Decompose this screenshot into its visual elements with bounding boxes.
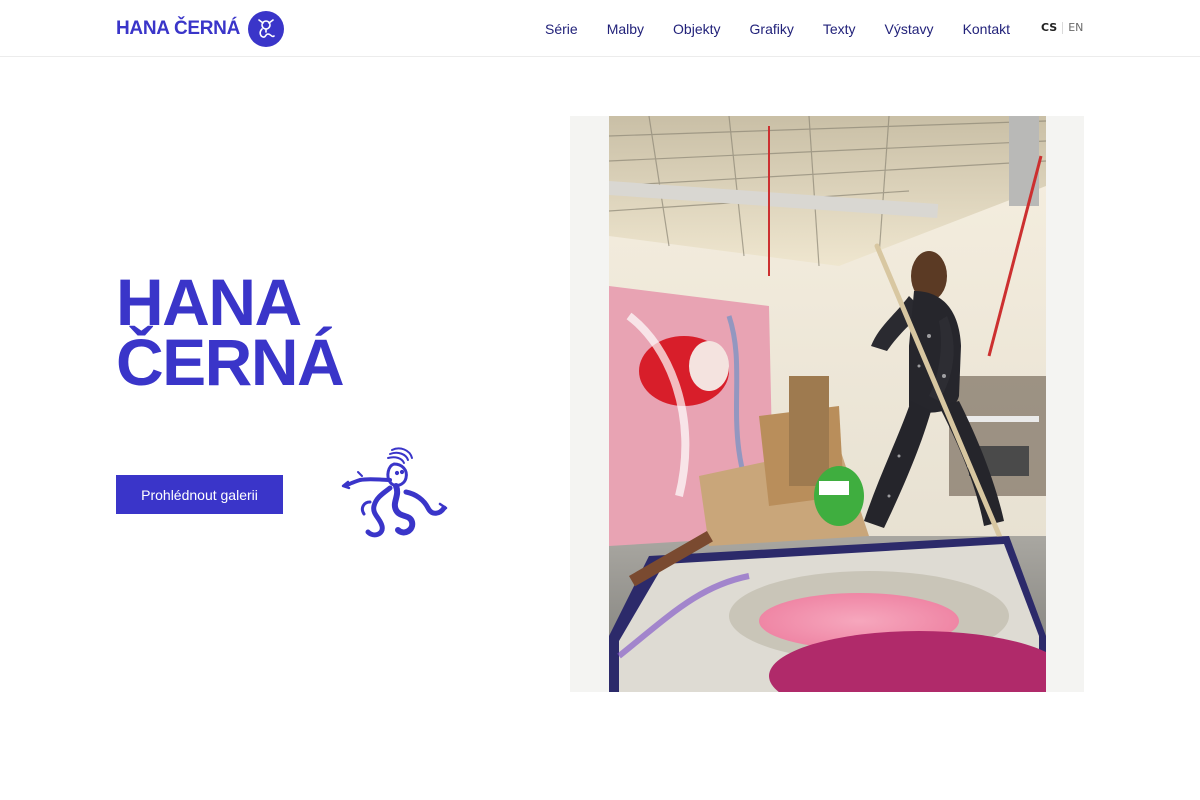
nav-item-objekty[interactable]: Objekty — [673, 20, 720, 38]
main-nav: Série Malby Objekty Grafiky Texty Výstav… — [545, 20, 1010, 38]
nav-item-grafiky[interactable]: Grafiky — [750, 20, 794, 38]
artist-studio-photo — [609, 116, 1046, 692]
site-header: HANA ČERNÁ Série Malby Objekty Grafiky T… — [0, 0, 1200, 57]
nav-item-vystavy[interactable]: Výstavy — [885, 20, 934, 38]
dragon-badge-icon — [248, 10, 285, 47]
nav-item-serie[interactable]: Série — [545, 20, 578, 38]
dragon-illustration-icon — [340, 442, 450, 542]
hero-title-line-2: ČERNÁ — [116, 325, 345, 399]
logo-text: HANA ČERNÁ — [116, 17, 241, 39]
site-logo[interactable]: HANA ČERNÁ — [116, 10, 285, 47]
hero-title-line-1: HANA — [116, 265, 302, 339]
lang-en[interactable]: EN — [1068, 21, 1083, 34]
hero-photo-frame — [570, 116, 1084, 692]
view-gallery-button[interactable]: Prohlédnout galerii — [116, 475, 283, 514]
nav-item-malby[interactable]: Malby — [607, 20, 644, 38]
language-switcher: CS EN — [1041, 21, 1083, 34]
hero-title: HANA ČERNÁ — [116, 265, 345, 399]
nav-item-texty[interactable]: Texty — [823, 20, 856, 38]
lang-divider — [1062, 21, 1064, 34]
nav-item-kontakt[interactable]: Kontakt — [963, 20, 1010, 38]
lang-cs[interactable]: CS — [1041, 21, 1057, 34]
